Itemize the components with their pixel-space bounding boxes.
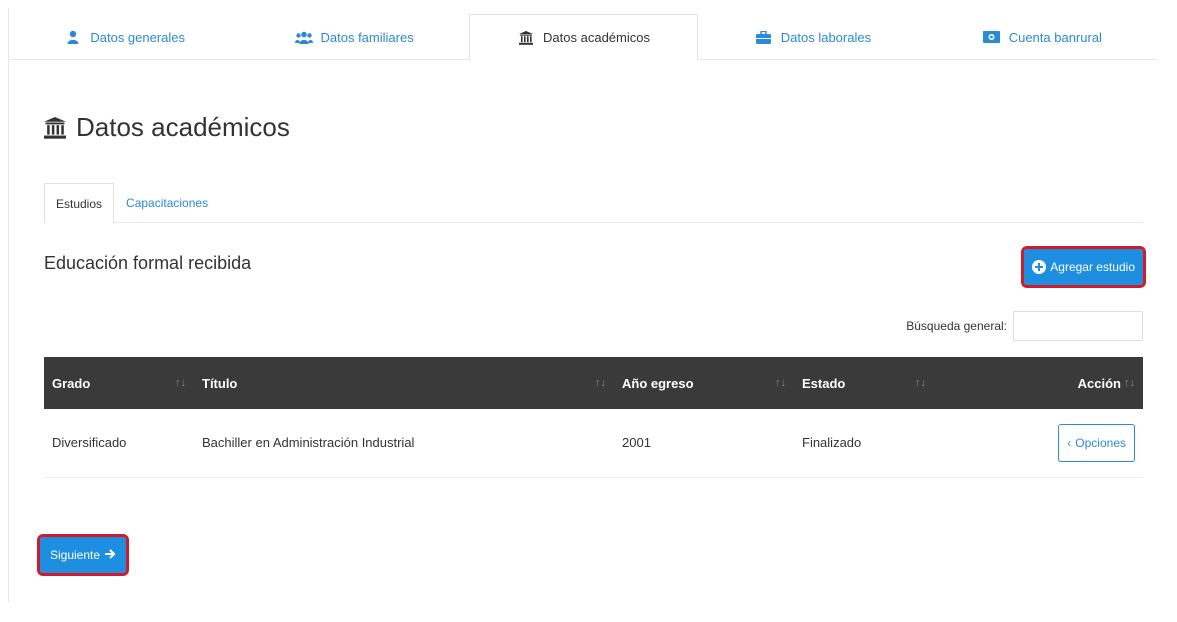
arrow-right-icon [104,548,116,563]
options-button[interactable]: ‹ Opciones [1058,423,1135,462]
column-header-grado[interactable]: Grado ↑↓ [44,357,194,409]
sort-icon: ↑↓ [775,377,786,389]
table-row: Diversificado Bachiller en Administració… [44,409,1143,477]
tab-datos-familiares[interactable]: Datos familiares [239,14,468,59]
tab-datos-generales[interactable]: Datos generales [10,14,239,59]
institution-icon [517,30,535,45]
column-header-estado[interactable]: Estado ↑↓ [794,357,934,409]
user-icon [64,30,82,44]
search-label: Búsqueda general: [906,319,1007,333]
inner-tabs: Estudios Capacitaciones [44,183,1143,223]
caret-left-icon: ‹ [1067,435,1072,450]
sort-icon: ↑↓ [595,377,606,389]
options-label: Opciones [1075,435,1126,450]
institution-icon [44,116,66,139]
page-title-text: Datos académicos [76,112,290,142]
tab-capacitaciones[interactable]: Capacitaciones [114,183,220,222]
sort-icon: ↑↓ [175,377,186,389]
tab-label: Cuenta banrural [1008,29,1102,45]
tab-estudios[interactable]: Estudios [44,183,115,223]
plus-circle-icon [1032,260,1047,274]
studies-table: Grado ↑↓ Título ↑↓ Año egreso ↑↓ Estado ↑↓ A… [44,357,1143,478]
table-header-row: Grado ↑↓ Título ↑↓ Año egreso ↑↓ Estado ↑↓ A… [44,357,1143,409]
money-icon [983,31,1001,43]
column-header-titulo[interactable]: Título ↑↓ [194,357,614,409]
next-label: Siguiente [50,548,101,562]
tab-label: Datos familiares [320,29,414,45]
column-header-accion[interactable]: Acción ↑↓ [934,357,1143,409]
tab-cuenta-banrural[interactable]: Cuenta banrural [928,14,1157,59]
briefcase-icon [755,30,773,44]
cell-anio: 2001 [622,435,651,451]
subsection-title: Educación formal recibida [44,253,252,273]
search-input[interactable] [1013,311,1143,341]
tab-label: Datos académicos [543,30,650,45]
tab-label: Datos laborales [780,29,872,45]
search-area: Búsqueda general: [906,311,1143,341]
tab-label: Datos generales [90,29,186,45]
cell-titulo: Bachiller en Administración Industrial [202,435,415,451]
sort-icon: ↑↓ [1124,377,1135,389]
page: Datos generales Datos familiares Datos a… [0,0,1177,622]
add-study-label: Agregar estudio [1050,260,1135,274]
tab-datos-laborales[interactable]: Datos laborales [698,14,927,59]
page-title: Datos académicos [44,112,290,143]
top-tabs: Datos generales Datos familiares Datos a… [10,14,1157,60]
cell-estado: Finalizado [802,435,862,451]
next-button[interactable]: Siguiente [36,534,130,576]
users-icon [294,31,313,44]
cell-grado: Diversificado [52,435,127,451]
add-study-button[interactable]: Agregar estudio [1021,246,1146,288]
column-header-anio[interactable]: Año egreso ↑↓ [614,357,794,409]
cell-accion: ‹ Opciones [934,409,1143,477]
tab-datos-academicos[interactable]: Datos académicos [468,14,699,60]
sort-icon: ↑↓ [915,377,926,389]
